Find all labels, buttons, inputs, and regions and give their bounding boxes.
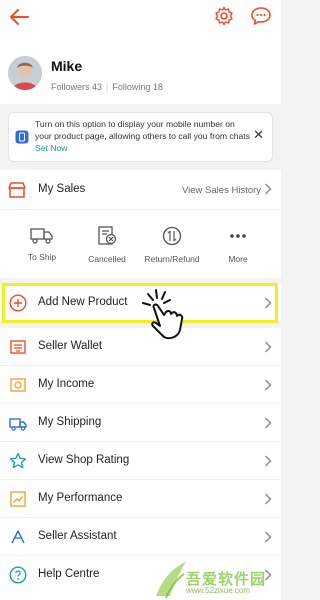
- followers-count[interactable]: Followers 43: [51, 82, 102, 92]
- follow-stats: Followers 43 | Following 18: [51, 82, 163, 92]
- user-name: Mike: [51, 58, 83, 74]
- set-now-link[interactable]: Set Now: [35, 143, 67, 153]
- profile-section: Mike Followers 43 | Following 18: [0, 36, 281, 104]
- watermark-url: www.52zixue.com: [186, 586, 251, 595]
- menu-label: My Income: [38, 378, 95, 390]
- return-refund-icon: [162, 226, 182, 246]
- status-return-refund[interactable]: Return/Refund: [138, 226, 206, 264]
- wallet-icon: [10, 340, 26, 354]
- menu-seller-assistant[interactable]: Seller Assistant: [0, 518, 281, 556]
- status-label: More: [228, 254, 248, 264]
- phone-icon: [15, 130, 29, 144]
- chat-bubble-icon[interactable]: [250, 6, 272, 26]
- chevron-right-icon: [265, 493, 272, 505]
- my-sales-row[interactable]: My Sales View Sales History: [0, 170, 281, 210]
- gear-icon[interactable]: [214, 6, 234, 26]
- performance-chart-icon: [10, 491, 26, 507]
- truck-icon: [30, 228, 53, 244]
- menu-label: View Shop Rating: [38, 454, 130, 466]
- view-sales-history-link[interactable]: View Sales History: [182, 185, 261, 196]
- avatar[interactable]: [8, 56, 42, 90]
- chevron-right-icon: [265, 417, 272, 429]
- menu-view-shop-rating[interactable]: View Shop Rating: [0, 442, 281, 480]
- menu-label: Seller Assistant: [38, 530, 117, 542]
- menu-my-income[interactable]: My Income: [0, 366, 281, 404]
- top-bar: [0, 0, 281, 36]
- status-to-ship[interactable]: To Ship: [8, 226, 76, 262]
- shipping-truck-icon: [9, 418, 27, 431]
- menu-label: My Performance: [38, 492, 123, 504]
- chevron-right-icon: [265, 341, 272, 353]
- my-sales-section: My Sales View Sales History To Ship Canc…: [0, 170, 281, 278]
- chevron-right-icon: [265, 531, 272, 543]
- star-icon: [9, 452, 27, 469]
- status-label: Return/Refund: [144, 254, 200, 264]
- help-icon: [9, 566, 27, 584]
- shop-icon: [8, 182, 26, 198]
- chevron-right-icon: [265, 379, 272, 391]
- chevron-right-icon: [265, 455, 272, 467]
- chevron-right-icon: [265, 183, 272, 195]
- status-label: To Ship: [27, 252, 57, 262]
- close-icon[interactable]: ✕: [253, 127, 264, 143]
- assistant-icon: [11, 530, 25, 544]
- status-more[interactable]: More: [204, 226, 272, 264]
- phone-visibility-notice: Turn on this option to display your mobi…: [8, 112, 273, 162]
- tap-hand-icon: [142, 289, 184, 340]
- notice-text: Turn on this option to display your mobi…: [35, 119, 250, 153]
- menu-label: My Shipping: [38, 416, 102, 428]
- more-dots-icon: [230, 234, 246, 238]
- income-icon: [10, 378, 26, 392]
- menu-label: Help Centre: [38, 568, 100, 580]
- my-sales-label: My Sales: [38, 183, 86, 195]
- menu-my-shipping[interactable]: My Shipping: [0, 404, 281, 442]
- following-count[interactable]: Following 18: [112, 82, 163, 92]
- status-cancelled[interactable]: Cancelled: [73, 226, 141, 264]
- cancelled-doc-icon: [98, 226, 117, 245]
- arrow-left-icon[interactable]: [8, 6, 30, 28]
- menu-my-performance[interactable]: My Performance: [0, 480, 281, 518]
- status-label: Cancelled: [88, 254, 126, 264]
- menu-label: Seller Wallet: [38, 340, 103, 352]
